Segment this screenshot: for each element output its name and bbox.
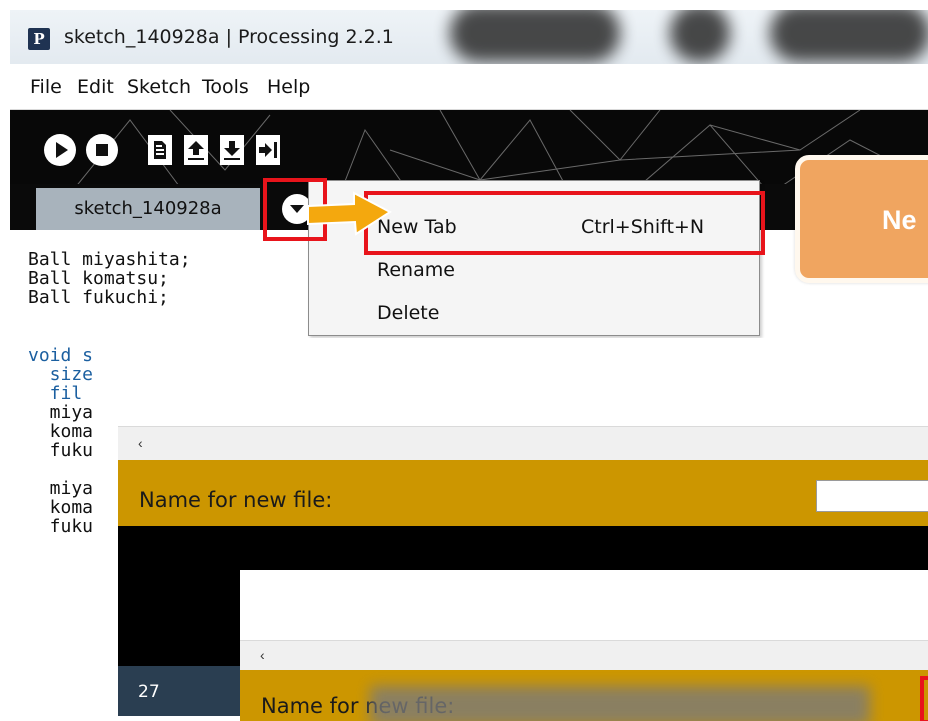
title-bar: P sketch_140928a | Processing 2.2.1: [10, 10, 928, 64]
menu-bar: File Edit Sketch Tools Help: [10, 64, 928, 110]
play-icon: [56, 142, 68, 158]
input-highlight: [920, 676, 928, 721]
new-file-icon: [154, 141, 166, 159]
code-line: koma: [28, 421, 94, 442]
horizontal-scrollbar[interactable]: ‹: [118, 426, 928, 460]
name-prompt-label: Name for new file:: [139, 488, 333, 512]
menu-file[interactable]: File: [30, 76, 62, 98]
background-decoration: [670, 10, 730, 62]
new-file-dialog-zoomed: ‹ Name for new file:: [240, 570, 928, 721]
new-button[interactable]: [148, 135, 172, 165]
code-line: Ball komatsu;: [28, 268, 169, 289]
stop-icon: [96, 144, 108, 156]
dialog-editor-area: [118, 338, 928, 426]
menu-edit[interactable]: Edit: [77, 76, 114, 98]
callout-box: Ne: [795, 155, 928, 283]
callout-text: Ne: [882, 205, 917, 235]
code-line: fuku: [28, 516, 94, 537]
window-title: sketch_140928a | Processing 2.2.1: [64, 26, 394, 48]
code-line: miya: [28, 478, 94, 499]
export-arrow-right-icon: [259, 142, 277, 158]
new-file-name-input[interactable]: [816, 480, 928, 512]
background-decoration: [770, 10, 928, 62]
code-line: size: [28, 364, 94, 385]
line-number: 27: [138, 682, 160, 702]
processing-logo-icon: P: [28, 28, 50, 50]
menu-help[interactable]: Help: [267, 76, 310, 98]
arrow-icon: [307, 191, 392, 236]
name-prompt-bar: Name for new file:: [118, 460, 928, 526]
menu-tools[interactable]: Tools: [202, 76, 249, 98]
menu-item-delete[interactable]: Delete: [377, 302, 439, 324]
code-line: fuku: [28, 440, 94, 461]
background-decoration: [450, 10, 620, 62]
export-button[interactable]: [256, 135, 280, 165]
open-arrow-up-icon: [188, 141, 204, 160]
tab-sketch[interactable]: sketch_140928a: [36, 188, 260, 230]
horizontal-scrollbar[interactable]: ‹: [240, 640, 928, 670]
code-line: koma: [28, 497, 94, 518]
menu-sketch[interactable]: Sketch: [127, 76, 191, 98]
code-line: Ball miyashita;: [28, 249, 191, 270]
dialog-editor-area: [240, 570, 928, 640]
open-button[interactable]: [184, 135, 208, 165]
scroll-left-icon[interactable]: ‹: [260, 647, 265, 663]
stop-button[interactable]: [86, 134, 118, 166]
background-decoration: [370, 686, 870, 721]
save-button[interactable]: [220, 135, 244, 165]
code-line: Ball fukuchi;: [28, 287, 169, 308]
new-tab-highlight: [364, 191, 765, 255]
run-button[interactable]: [44, 134, 76, 166]
menu-item-rename[interactable]: Rename: [377, 259, 455, 281]
code-line: fil: [28, 383, 83, 404]
save-arrow-down-icon: [224, 141, 240, 160]
code-line: void s: [28, 345, 94, 366]
scroll-left-icon[interactable]: ‹: [138, 435, 143, 451]
code-line: miya: [28, 402, 94, 423]
